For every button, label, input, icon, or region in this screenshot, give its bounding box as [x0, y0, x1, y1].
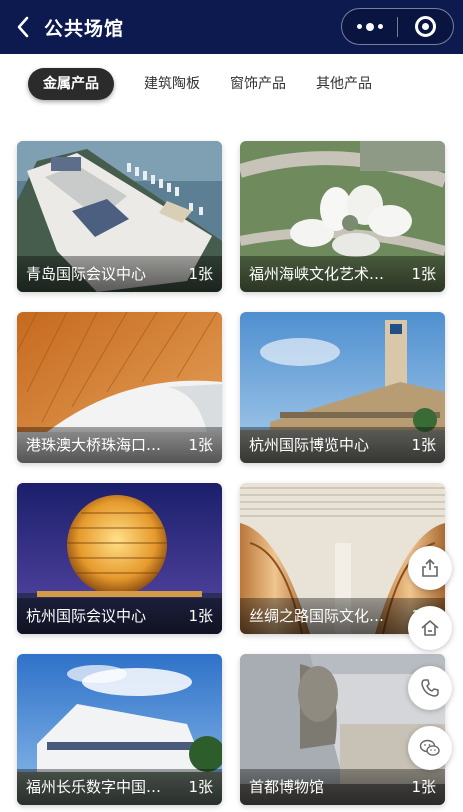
photo-count: 1张	[411, 265, 436, 283]
venue-name: 首都博物馆	[249, 778, 325, 796]
top-nav-bar: 公共场馆	[0, 0, 463, 54]
close-button[interactable]	[398, 9, 453, 44]
tab-window-products[interactable]: 窗饰产品	[220, 68, 296, 100]
photo-count: 1张	[188, 778, 213, 796]
share-button[interactable]	[408, 546, 452, 590]
venue-name: 福州长乐数字中国…	[26, 778, 162, 796]
share-icon	[422, 558, 438, 577]
venue-card[interactable]: 福州海峡文化艺术… 1张	[240, 141, 445, 292]
venue-name: 丝绸之路国际文化…	[249, 607, 385, 625]
more-dot	[365, 22, 374, 31]
photo-count: 1张	[188, 436, 213, 454]
venue-card[interactable]: 港珠澳大桥珠海口… 1张	[17, 312, 222, 463]
home-button[interactable]	[408, 606, 452, 650]
venue-name: 福州海峡文化艺术…	[249, 265, 385, 283]
photo-count: 1张	[188, 265, 213, 283]
venue-name: 青岛国际会议中心	[26, 265, 147, 283]
home-icon	[421, 620, 439, 636]
venue-name: 杭州国际博览中心	[249, 436, 370, 454]
phone-icon	[421, 679, 439, 697]
venue-card[interactable]: 杭州国际会议中心 1张	[17, 483, 222, 634]
venue-card[interactable]: 杭州国际博览中心 1张	[240, 312, 445, 463]
photo-count: 1张	[188, 607, 213, 625]
tab-architectural-terracotta[interactable]: 建筑陶板	[134, 68, 210, 100]
venue-name: 杭州国际会议中心	[26, 607, 147, 625]
tab-other-products[interactable]: 其他产品	[306, 68, 382, 100]
wechat-button[interactable]	[408, 726, 452, 770]
phone-button[interactable]	[408, 666, 452, 710]
back-button[interactable]	[10, 12, 36, 42]
more-button[interactable]	[342, 9, 397, 44]
venue-card[interactable]: 福州长乐数字中国… 1张	[17, 654, 222, 805]
page-title: 公共场馆	[44, 18, 125, 40]
target-circle-icon	[415, 16, 436, 37]
venue-card[interactable]: 青岛国际会议中心 1张	[17, 141, 222, 292]
mini-program-capsule	[341, 8, 454, 45]
tab-metal-products[interactable]: 金属产品	[28, 68, 114, 100]
category-tabs: 金属产品 建筑陶板 窗饰产品 其他产品	[0, 68, 463, 102]
venue-name: 港珠澳大桥珠海口…	[26, 436, 162, 454]
more-dots-icon	[356, 24, 362, 29]
photo-count: 1张	[411, 778, 436, 796]
photo-count: 1张	[411, 436, 436, 454]
more-dot	[377, 24, 383, 29]
wechat-icon	[419, 739, 440, 756]
chevron-left-icon	[17, 16, 29, 38]
